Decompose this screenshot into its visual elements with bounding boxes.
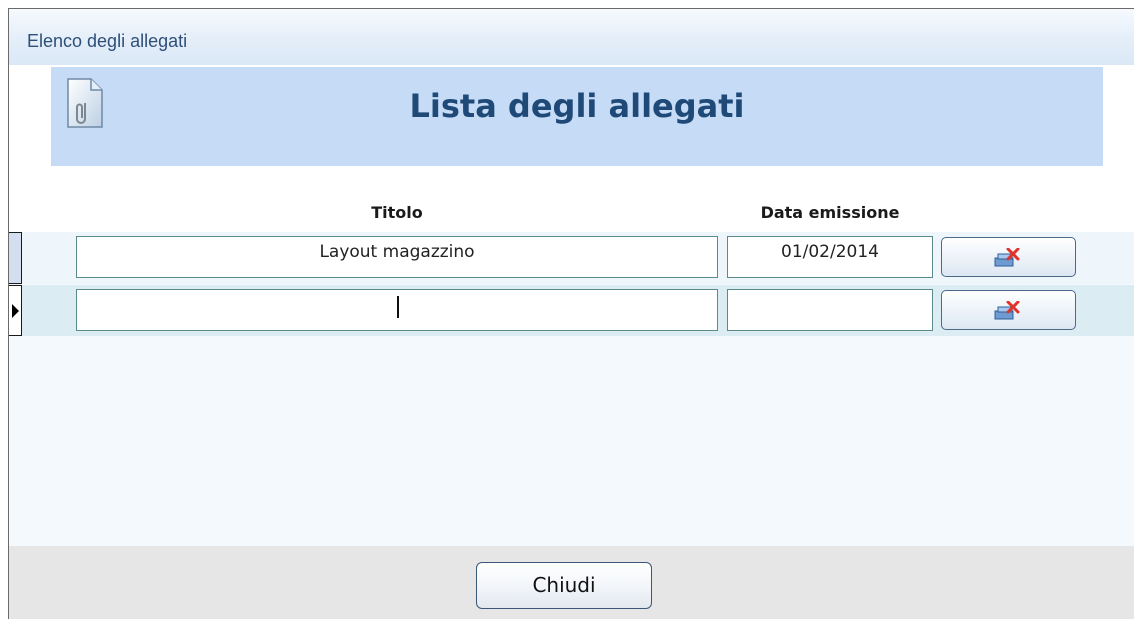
delete-record-icon [994,300,1020,321]
page-title: Lista degli allegati [409,87,745,125]
titolo-field[interactable] [76,289,718,331]
current-record-arrow-icon [12,304,19,318]
delete-record-button[interactable] [941,237,1076,277]
record-selector[interactable] [9,232,22,284]
column-header-data-emissione: Data emissione [760,203,900,222]
titolo-field[interactable]: Layout magazzino [76,236,718,278]
data-emissione-field[interactable]: 01/02/2014 [727,236,933,278]
title-bar: Elenco degli allegati [9,9,1134,65]
close-button[interactable]: Chiudi [476,562,652,609]
window-title: Elenco degli allegati [27,31,188,51]
table-row: Layout magazzino 01/02/2014 [9,232,1134,284]
attachments-list: Titolo Data emissione Layout magazzino 0… [9,166,1134,546]
column-header-row: Titolo Data emissione [9,166,1134,232]
table-row [9,285,1134,336]
data-emissione-field[interactable] [727,289,933,331]
form-footer: Chiudi [9,546,1134,619]
column-header-titolo: Titolo [371,203,423,222]
text-cursor [397,296,399,318]
attachments-window: Elenco degli allegati Lista degli allega… [8,8,1134,619]
delete-record-icon [994,247,1020,268]
form-header: Lista degli allegati [51,67,1103,166]
record-selector[interactable] [9,285,22,336]
delete-record-button[interactable] [941,290,1076,330]
